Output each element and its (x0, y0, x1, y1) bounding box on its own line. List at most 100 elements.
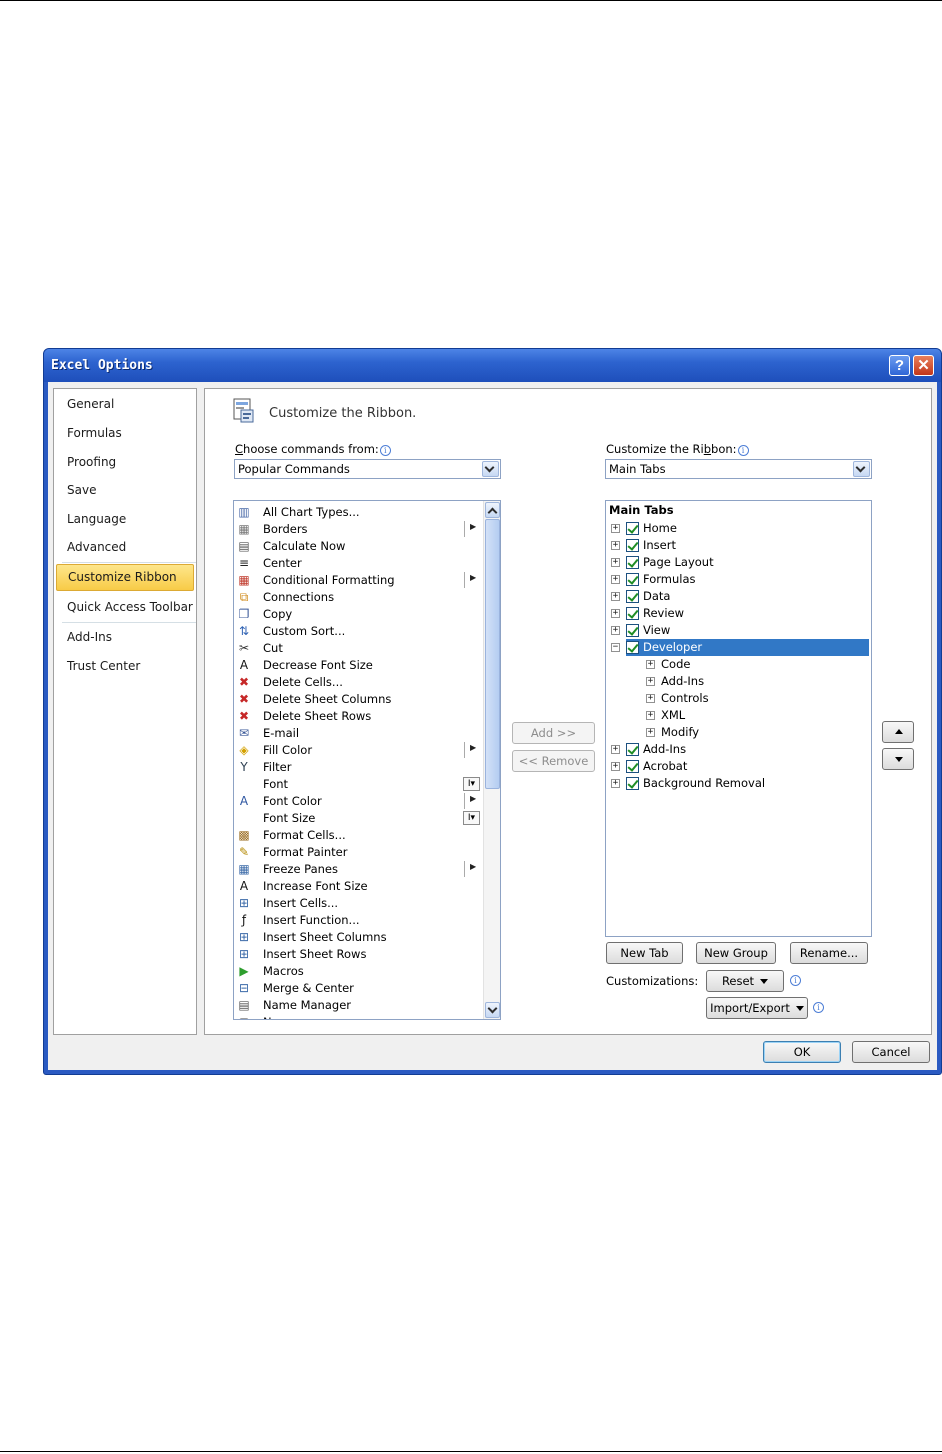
ribbon-tabs-tree[interactable]: Main Tabs + Home + Insert + Page Layout + Formu… (605, 500, 872, 937)
nav-item-add-ins[interactable]: Add-Ins (56, 624, 194, 651)
expand-icon[interactable]: + (611, 541, 620, 550)
expand-icon[interactable]: + (646, 711, 655, 720)
cancel-button[interactable]: Cancel (852, 1041, 930, 1063)
tree-item[interactable]: + Background Removal (606, 775, 869, 792)
chevron-down-icon[interactable] (482, 461, 499, 477)
import-export-button[interactable]: Import/Export (706, 997, 808, 1019)
command-item[interactable]: ▦ Borders ▶ (234, 521, 481, 538)
nav-item-proofing[interactable]: Proofing (56, 449, 194, 476)
nav-item-language[interactable]: Language (56, 506, 194, 533)
command-item[interactable]: ▦ Conditional Formatting ▶ (234, 572, 481, 589)
tree-item[interactable]: + XML (606, 707, 869, 724)
tree-item[interactable]: + Formulas (606, 571, 869, 588)
expand-icon[interactable]: + (611, 779, 620, 788)
nav-item-formulas[interactable]: Formulas (56, 420, 194, 447)
command-item[interactable]: Y Filter (234, 759, 481, 776)
command-item[interactable]: ⇅ Custom Sort... (234, 623, 481, 640)
tree-item[interactable]: + Acrobat (606, 758, 869, 775)
expand-icon[interactable]: + (611, 762, 620, 771)
expand-icon[interactable]: + (611, 558, 620, 567)
scroll-down-button[interactable] (485, 1002, 500, 1018)
command-item[interactable]: ⊞ Insert Sheet Rows (234, 946, 481, 963)
tree-item[interactable]: + Code (606, 656, 869, 673)
expand-icon[interactable]: + (646, 677, 655, 686)
tab-checkbox[interactable] (626, 590, 639, 603)
command-item[interactable]: ▤ Calculate Now (234, 538, 481, 555)
tree-item[interactable]: + Add-Ins (606, 673, 869, 690)
tree-item[interactable]: + Data (606, 588, 869, 605)
ok-button[interactable]: OK (763, 1041, 841, 1063)
command-item[interactable]: ✖ Delete Sheet Columns (234, 691, 481, 708)
command-item[interactable]: ▢ New (234, 1014, 481, 1019)
expand-icon[interactable]: + (646, 728, 655, 737)
rename-button[interactable]: Rename... (790, 942, 868, 964)
command-item[interactable]: ≡ Center (234, 555, 481, 572)
help-icon[interactable]: ? (889, 355, 910, 376)
command-item[interactable]: ✎ Format Painter (234, 844, 481, 861)
command-item[interactable]: ⊞ Insert Cells... (234, 895, 481, 912)
command-item[interactable]: ▤ Name Manager (234, 997, 481, 1014)
new-tab-button[interactable]: New Tab (606, 942, 683, 964)
reset-button[interactable]: Reset (706, 970, 784, 992)
command-item[interactable]: A Font Color ▶ (234, 793, 481, 810)
tree-item[interactable]: + Insert (606, 537, 869, 554)
scroll-thumb[interactable] (485, 519, 500, 789)
add-button[interactable]: Add >> (512, 722, 595, 744)
tree-item[interactable]: + View (606, 622, 869, 639)
command-item[interactable]: ⊟ Merge & Center (234, 980, 481, 997)
command-item[interactable]: ⊞ Insert Sheet Columns (234, 929, 481, 946)
expand-icon[interactable]: + (611, 745, 620, 754)
tree-item[interactable]: + Page Layout (606, 554, 869, 571)
commands-list[interactable]: ▥ All Chart Types... ▦ Borders ▶ ▤ Calculate N… (233, 500, 501, 1020)
title-bar[interactable]: Excel Options ? ✕ (44, 349, 941, 382)
move-down-button[interactable] (882, 748, 914, 770)
command-item[interactable]: ▦ Freeze Panes ▶ (234, 861, 481, 878)
tree-item[interactable]: + Home (606, 520, 869, 537)
tab-checkbox[interactable] (626, 743, 639, 756)
tab-checkbox[interactable] (626, 607, 639, 620)
command-item[interactable]: Font Size I▾ (234, 810, 481, 827)
tab-checkbox[interactable] (626, 522, 639, 535)
tree-item[interactable]: + Review (606, 605, 869, 622)
command-item[interactable]: ⧉ Connections (234, 589, 481, 606)
command-item[interactable]: A Decrease Font Size (234, 657, 481, 674)
command-item[interactable]: ✉ E-mail (234, 725, 481, 742)
command-item[interactable]: ❐ Copy (234, 606, 481, 623)
tab-checkbox[interactable] (626, 641, 639, 654)
remove-button[interactable]: << Remove (512, 750, 595, 772)
command-item[interactable]: ▶ Macros (234, 963, 481, 980)
expand-icon[interactable]: + (611, 609, 620, 618)
new-group-button[interactable]: New Group (696, 942, 776, 964)
expand-icon[interactable]: + (646, 660, 655, 669)
command-item[interactable]: ƒ Insert Function... (234, 912, 481, 929)
command-item[interactable]: ✖ Delete Cells... (234, 674, 481, 691)
tree-item[interactable]: − Developer (606, 639, 869, 656)
collapse-icon[interactable]: − (611, 643, 620, 652)
close-icon[interactable]: ✕ (913, 355, 934, 376)
tab-checkbox[interactable] (626, 573, 639, 586)
nav-item-quick-access-toolbar[interactable]: Quick Access Toolbar (56, 594, 194, 621)
expand-icon[interactable]: + (611, 575, 620, 584)
tab-checkbox[interactable] (626, 777, 639, 790)
nav-item-advanced[interactable]: Advanced (56, 534, 194, 561)
tree-item[interactable]: + Controls (606, 690, 869, 707)
expand-icon[interactable]: + (646, 694, 655, 703)
tab-checkbox[interactable] (626, 760, 639, 773)
nav-item-customize-ribbon[interactable]: Customize Ribbon (56, 564, 194, 591)
commands-scrollbar[interactable] (483, 501, 500, 1019)
nav-item-general[interactable]: General (56, 391, 194, 418)
command-item[interactable]: A Increase Font Size (234, 878, 481, 895)
command-item[interactable]: ✂ Cut (234, 640, 481, 657)
tree-item[interactable]: + Add-Ins (606, 741, 869, 758)
tab-checkbox[interactable] (626, 539, 639, 552)
expand-icon[interactable]: + (611, 524, 620, 533)
chevron-down-icon[interactable] (853, 461, 870, 477)
scroll-up-button[interactable] (485, 502, 500, 518)
command-item[interactable]: ✖ Delete Sheet Rows (234, 708, 481, 725)
expand-icon[interactable]: + (611, 626, 620, 635)
move-up-button[interactable] (882, 721, 914, 743)
command-item[interactable]: ◈ Fill Color ▶ (234, 742, 481, 759)
choose-commands-select[interactable]: Popular Commands (234, 459, 501, 479)
tab-checkbox[interactable] (626, 556, 639, 569)
command-item[interactable]: ▥ All Chart Types... (234, 504, 481, 521)
